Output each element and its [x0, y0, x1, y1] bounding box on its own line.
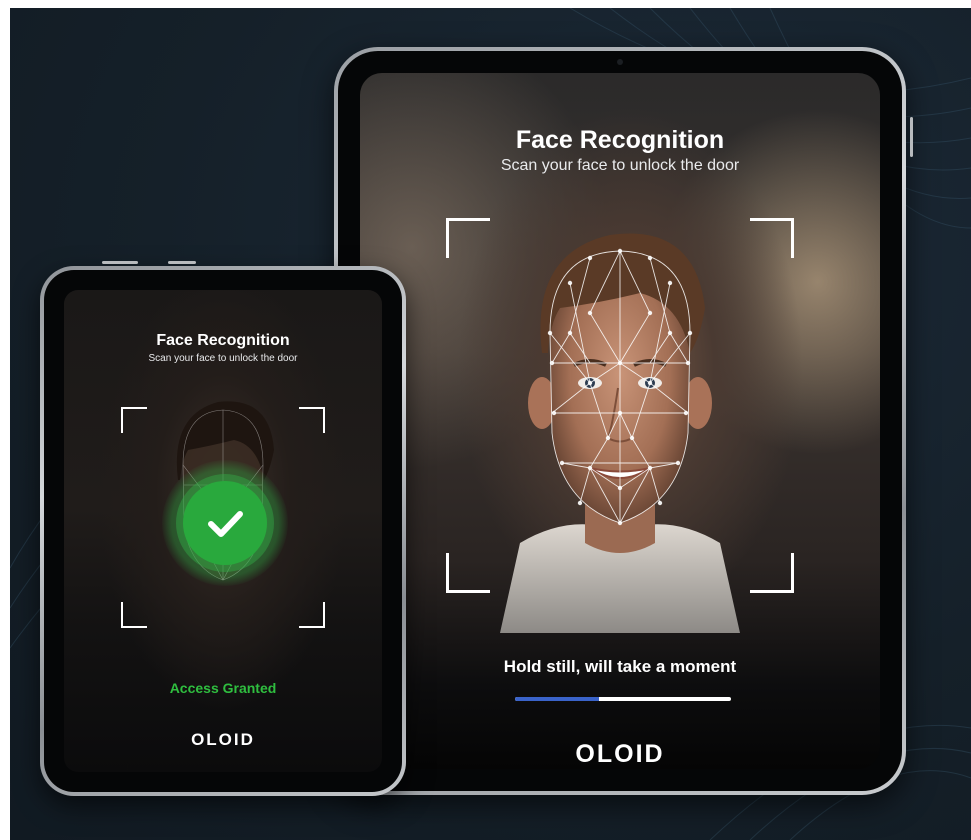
access-status-text: Access Granted — [169, 680, 277, 696]
small-tablet-bezel: Face Recognition Scan your face to unloc… — [44, 270, 402, 792]
scene: Face Recognition Scan your face to unloc… — [0, 0, 971, 840]
face-mesh-icon — [500, 233, 740, 633]
scan-progress-bar — [515, 697, 731, 701]
large-tablet-screen: Face Recognition Scan your face to unloc… — [360, 73, 880, 769]
success-badge — [183, 481, 267, 565]
small-tablet: Face Recognition Scan your face to unloc… — [40, 261, 406, 796]
side-button — [168, 261, 196, 264]
brand-logo: OLOID — [575, 740, 665, 768]
side-button — [910, 117, 913, 157]
scan-status-text: Hold still, will take a moment — [503, 657, 737, 676]
check-icon — [208, 511, 243, 537]
scan-frame-icon — [750, 553, 794, 593]
scan-frame-icon — [446, 553, 490, 593]
page-title: Face Recognition — [515, 126, 725, 154]
page-subtitle: Scan your face to unlock the door — [500, 157, 740, 174]
brand-logo: OLOID — [191, 730, 255, 749]
page-subtitle: Scan your face to unlock the door — [148, 353, 298, 364]
scan-frame-icon — [121, 407, 147, 433]
scan-frame-icon — [446, 218, 490, 258]
side-button — [102, 261, 138, 264]
scan-frame-icon — [299, 602, 325, 628]
camera-icon — [617, 59, 623, 65]
scan-frame-icon — [750, 218, 794, 258]
large-tablet: Face Recognition Scan your face to unloc… — [334, 47, 913, 795]
scan-frame-icon — [299, 407, 325, 433]
large-tablet-bezel: Face Recognition Scan your face to unloc… — [338, 51, 902, 791]
scan-progress-fill — [515, 697, 600, 701]
scan-frame-icon — [121, 602, 147, 628]
page-title: Face Recognition — [156, 332, 290, 349]
small-tablet-screen: Face Recognition Scan your face to unloc… — [64, 290, 382, 772]
